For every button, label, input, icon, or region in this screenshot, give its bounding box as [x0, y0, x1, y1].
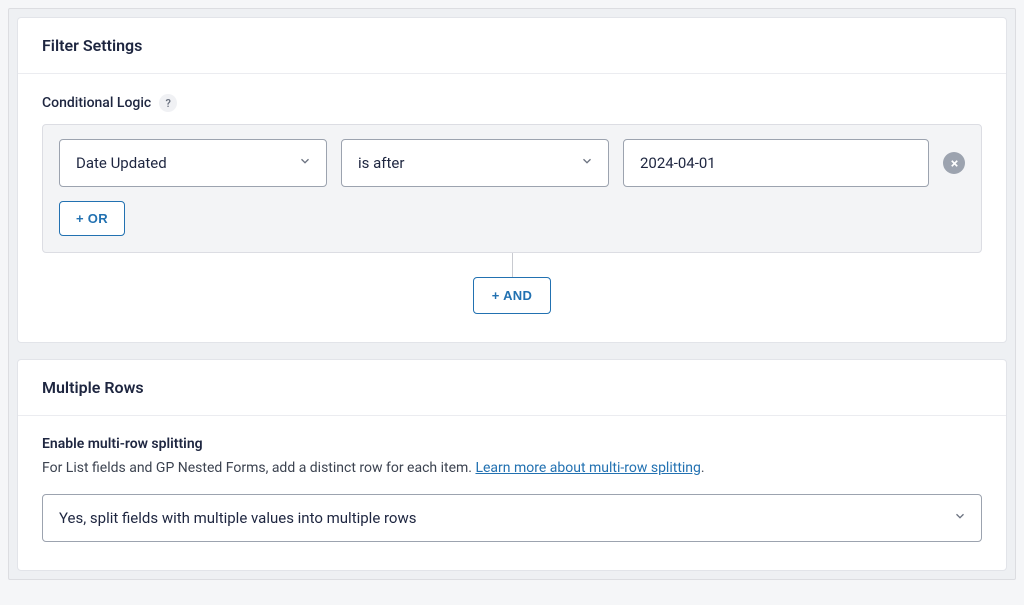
filter-settings-card: Filter Settings Conditional Logic ? Date… [17, 17, 1007, 343]
field-select[interactable]: Date Updated [59, 139, 327, 187]
multiple-rows-title: Multiple Rows [42, 378, 982, 397]
close-icon [949, 154, 960, 173]
field-select-value: Date Updated [76, 154, 167, 172]
add-and-button[interactable]: + AND [473, 277, 551, 314]
conditional-logic-label: Conditional Logic [42, 95, 151, 111]
filter-settings-title: Filter Settings [42, 36, 982, 55]
filter-settings-body: Conditional Logic ? Date Updated is afte… [18, 74, 1006, 342]
chevron-down-icon [953, 509, 967, 527]
description-suffix: . [701, 460, 705, 476]
multiple-rows-header: Multiple Rows [18, 360, 1006, 416]
multiple-rows-body: Enable multi-row splitting For List fiel… [18, 416, 1006, 570]
description-prefix: For List fields and GP Nested Forms, add… [42, 460, 475, 476]
logic-group: Date Updated is after 2024-04-01 [42, 124, 982, 253]
logic-rule-row: Date Updated is after 2024-04-01 [59, 139, 965, 187]
enable-multi-row-label: Enable multi-row splitting [42, 436, 982, 452]
and-connector: + AND [42, 253, 982, 314]
chevron-down-icon [580, 154, 594, 172]
multi-row-select-value: Yes, split fields with multiple values i… [59, 509, 417, 527]
and-connector-line [512, 253, 513, 277]
help-icon[interactable]: ? [159, 94, 177, 112]
multi-row-description: For List fields and GP Nested Forms, add… [42, 460, 982, 476]
value-input[interactable]: 2024-04-01 [623, 139, 929, 187]
remove-rule-button[interactable] [943, 152, 965, 174]
multiple-rows-card: Multiple Rows Enable multi-row splitting… [17, 359, 1007, 571]
multi-row-select[interactable]: Yes, split fields with multiple values i… [42, 494, 982, 542]
learn-more-link[interactable]: Learn more about multi-row splitting [475, 460, 700, 476]
settings-container: Filter Settings Conditional Logic ? Date… [8, 8, 1016, 580]
operator-select-value: is after [358, 154, 404, 172]
conditional-logic-label-row: Conditional Logic ? [42, 94, 982, 112]
chevron-down-icon [298, 154, 312, 172]
operator-select[interactable]: is after [341, 139, 609, 187]
value-input-text: 2024-04-01 [640, 154, 716, 172]
add-or-button[interactable]: + OR [59, 201, 125, 236]
filter-settings-header: Filter Settings [18, 18, 1006, 74]
